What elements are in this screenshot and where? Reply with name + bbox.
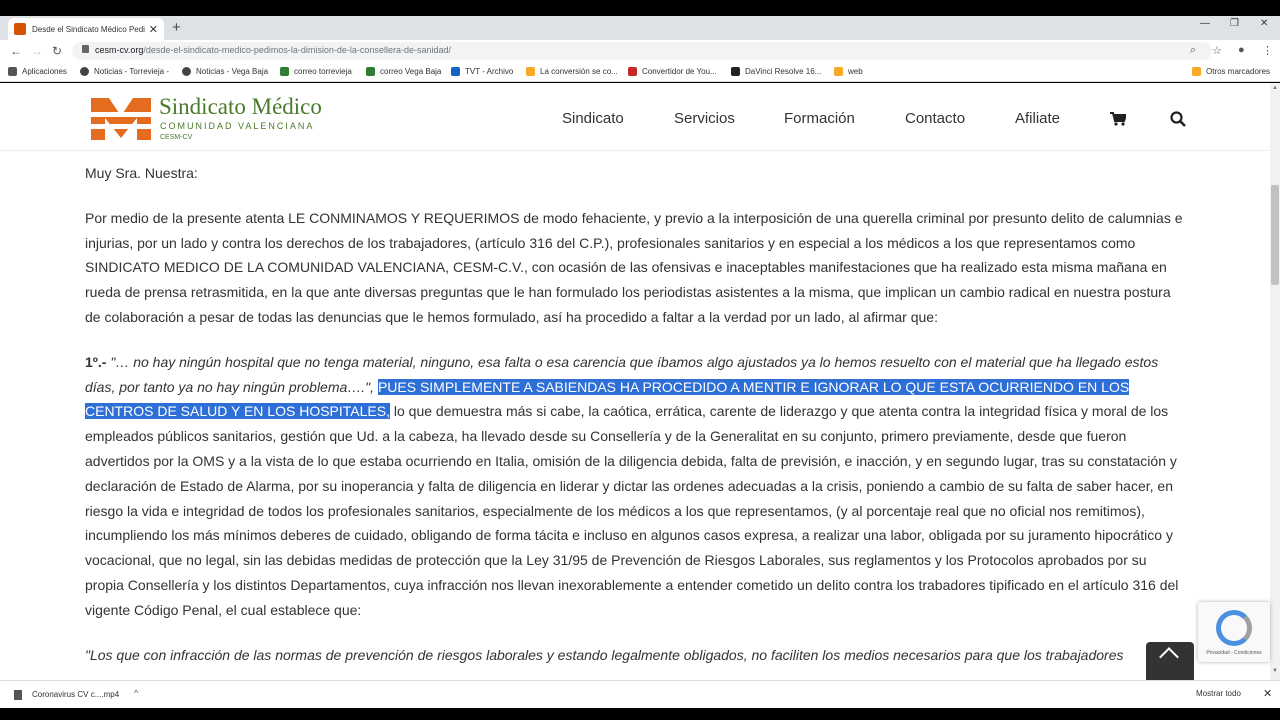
logo-subtitle: COMUNIDAD VALENCIANA — [160, 121, 315, 131]
folder-icon — [1192, 67, 1201, 76]
browser-tab[interactable]: Desde el Sindicato Médico Pedim... ✕ — [8, 18, 164, 40]
mail-icon — [280, 67, 289, 76]
close-icon[interactable]: ✕ — [1263, 687, 1272, 700]
menu-afiliate[interactable]: Afiliate — [1015, 110, 1060, 127]
maximize-icon[interactable]: ❐ — [1230, 18, 1239, 29]
bookmark-item[interactable]: correo torrevieja — [280, 67, 352, 76]
davinci-icon — [731, 67, 740, 76]
close-tab-icon[interactable]: ✕ — [149, 23, 158, 36]
recaptcha-icon — [1216, 610, 1252, 646]
downloads-bar: Coronavirus CV c....mp4 ^ Mostrar todo ✕ — [0, 680, 1280, 708]
screen-top-border — [0, 0, 1280, 16]
bookmark-item[interactable]: correo Vega Baja — [366, 67, 441, 76]
menu-contacto[interactable]: Contacto — [905, 110, 965, 127]
lock-icon[interactable] — [82, 45, 89, 53]
scroll-down-icon[interactable]: ▼ — [1272, 668, 1278, 674]
site-favicon-icon — [14, 23, 26, 35]
bookmark-apps[interactable]: Aplicaciones — [8, 67, 67, 76]
mail-icon — [366, 67, 375, 76]
bookmark-item[interactable]: web — [834, 67, 863, 76]
globe-icon — [80, 67, 89, 76]
tab-strip: Desde el Sindicato Médico Pedim... ✕ + —… — [0, 16, 1280, 40]
scrollbar-thumb[interactable] — [1271, 185, 1279, 285]
screen-bottom-border — [0, 708, 1280, 720]
chevron-up-icon — [1159, 647, 1179, 667]
zoom-icon[interactable]: ⌕ — [1190, 44, 1196, 57]
scroll-up-icon[interactable]: ▲ — [1272, 85, 1278, 91]
bookmark-star-icon[interactable]: ☆ — [1212, 44, 1222, 57]
bookmark-item[interactable]: TVT - Archivo — [451, 67, 513, 76]
bookmark-item[interactable]: DaVinci Resolve 16... — [731, 67, 821, 76]
url-text[interactable]: cesm-cv.org/desde-el-sindicato-medico-pe… — [95, 45, 451, 55]
back-icon[interactable]: ← — [10, 44, 22, 58]
site-logo[interactable]: Sindicato Médico COMUNIDAD VALENCIANA CE… — [85, 90, 335, 144]
menu-servicios[interactable]: Servicios — [674, 110, 735, 127]
chevron-up-icon[interactable]: ^ — [134, 688, 138, 698]
menu-sindicato[interactable]: Sindicato — [562, 110, 624, 127]
bookmark-item[interactable]: Noticias - Torrevieja - — [80, 67, 169, 76]
article-content: Muy Sra. Nuestra: Por medio de la presen… — [85, 161, 1185, 680]
download-item[interactable]: Coronavirus CV c....mp4 — [32, 690, 119, 699]
legal-quote: "Los que con infracción de las normas de… — [85, 646, 1124, 663]
back-to-top-button[interactable] — [1146, 642, 1194, 680]
forward-icon[interactable]: → — [31, 44, 43, 58]
logo-acronym: CESM-CV — [160, 134, 193, 141]
salutation: Muy Sra. Nuestra: — [85, 165, 198, 181]
folder-icon — [526, 67, 535, 76]
menu-formacion[interactable]: Formación — [784, 110, 855, 127]
show-all-button[interactable]: Mostrar todo — [1196, 689, 1241, 698]
other-bookmarks[interactable]: Otros marcadores — [1192, 67, 1270, 76]
search-icon[interactable] — [1170, 111, 1186, 127]
logo-mark-icon — [85, 98, 157, 140]
recaptcha-links[interactable]: Privacidad - Condiciones — [1198, 650, 1270, 656]
paragraph: Por medio de la presente atenta LE CONMI… — [85, 209, 1183, 325]
cart-icon[interactable] — [1110, 112, 1126, 126]
bookmark-item[interactable]: La conversión se co... — [526, 67, 618, 76]
close-window-icon[interactable]: ✕ — [1260, 18, 1268, 29]
profile-icon[interactable]: ● — [1238, 44, 1245, 56]
minimize-icon[interactable]: — — [1200, 18, 1210, 29]
file-icon — [14, 690, 22, 700]
apps-grid-icon — [8, 67, 17, 76]
tab-title: Desde el Sindicato Médico Pedim... — [32, 24, 145, 34]
menu-dots-icon[interactable]: ⋮ — [1262, 44, 1273, 57]
folder-icon — [834, 67, 843, 76]
paragraph-point-1: 1º.- "… no hay ningún hospital que no te… — [85, 350, 1185, 623]
globe-icon — [182, 67, 191, 76]
address-bar: ← → ↻ cesm-cv.org/desde-el-sindicato-med… — [0, 40, 1280, 62]
paragraph-text: lo que demuestra más si cabe, la caótica… — [85, 403, 1179, 618]
point-number: 1º.- — [85, 353, 107, 370]
logo-name: Sindicato Médico — [159, 94, 322, 119]
reload-icon[interactable]: ↻ — [52, 44, 62, 58]
site-header: Sindicato Médico COMUNIDAD VALENCIANA CE… — [0, 83, 1270, 151]
new-tab-icon[interactable]: + — [172, 19, 181, 36]
recaptcha-badge[interactable]: Privacidad - Condiciones — [1198, 602, 1270, 662]
scrollbar-track[interactable] — [1270, 83, 1280, 680]
web-page: Sindicato Médico COMUNIDAD VALENCIANA CE… — [0, 83, 1270, 680]
bookmarks-bar: Aplicaciones Noticias - Torrevieja - Not… — [0, 62, 1280, 82]
bookmark-item[interactable]: Convertidor de You... — [628, 67, 717, 76]
youtube-icon — [628, 67, 637, 76]
bookmark-item[interactable]: Noticias - Vega Baja — [182, 67, 268, 76]
tv-icon — [451, 67, 460, 76]
